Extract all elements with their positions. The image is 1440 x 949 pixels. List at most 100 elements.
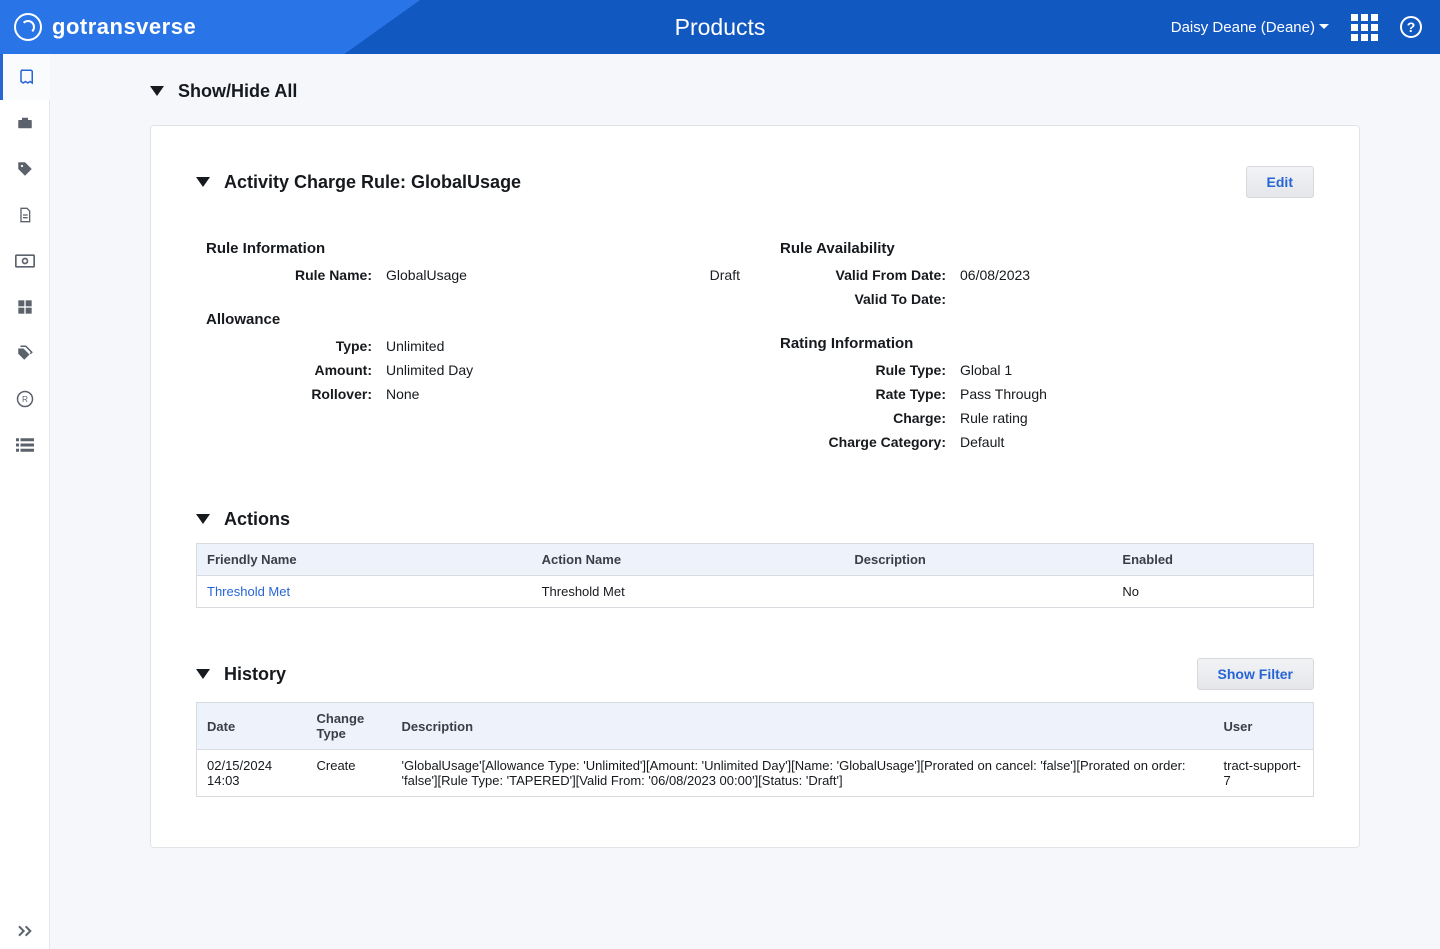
history-table: Date Change Type Description User 02/15/… (196, 702, 1314, 797)
history-col-user[interactable]: User (1214, 703, 1314, 750)
actions-header: Actions (196, 508, 1314, 531)
sidebar-item-money[interactable] (0, 238, 50, 284)
sidebar-expand[interactable] (0, 925, 49, 937)
rate-type-label: Rate Type: (770, 386, 960, 402)
actions-title: Actions (224, 509, 290, 530)
history-toggle[interactable]: History (196, 663, 286, 686)
sidebar-item-briefcase[interactable] (0, 100, 50, 146)
app-header: gotransverse Products Daisy Deane (Deane… (0, 0, 1440, 54)
actions-col-desc[interactable]: Description (844, 544, 1112, 576)
rollover-value: None (386, 386, 740, 402)
charge-value: Rule rating (960, 410, 1314, 426)
action-name-cell: Threshold Met (532, 576, 845, 608)
type-label: Type: (196, 338, 386, 354)
logo-text: gotransverse (52, 14, 196, 40)
actions-table: Friendly Name Action Name Description En… (196, 543, 1314, 608)
chevron-down-icon (196, 514, 210, 531)
valid-from-label: Valid From Date: (770, 267, 960, 283)
rule-col-right: Rule Availability Valid From Date: 06/08… (770, 226, 1314, 458)
tag-icon (16, 160, 34, 178)
history-col-desc[interactable]: Description (392, 703, 1214, 750)
history-col-date[interactable]: Date (197, 703, 307, 750)
valid-from-row: Valid From Date: 06/08/2023 (770, 267, 1314, 283)
charge-cat-value: Default (960, 434, 1314, 450)
valid-to-label: Valid To Date: (770, 291, 960, 307)
history-ctype-cell: Create (307, 750, 392, 797)
logo[interactable]: gotransverse (14, 13, 196, 41)
list-icon (16, 438, 34, 452)
rollover-label: Rollover: (196, 386, 386, 402)
rule-columns: Rule Information Rule Name: GlobalUsage … (196, 226, 1314, 458)
actions-col-friendly[interactable]: Friendly Name (197, 544, 532, 576)
rule-card: Activity Charge Rule: GlobalUsage Edit R… (150, 125, 1360, 848)
rule-type-label: Rule Type: (770, 362, 960, 378)
show-hide-all-toggle[interactable]: Show/Hide All (150, 80, 1360, 103)
logo-icon (14, 13, 42, 41)
book-icon (18, 68, 36, 86)
dashboard-icon (17, 299, 33, 315)
history-header: History Show Filter (196, 658, 1314, 690)
availability-heading: Rule Availability (780, 240, 1314, 257)
allowance-heading: Allowance (206, 311, 740, 328)
rule-type-row: Rule Type: Global 1 (770, 362, 1314, 378)
money-icon (15, 254, 35, 268)
tags-icon (16, 344, 34, 362)
registered-icon: R (16, 390, 34, 408)
rule-card-title-toggle[interactable]: Activity Charge Rule: GlobalUsage (196, 171, 521, 194)
actions-col-enabled[interactable]: Enabled (1112, 544, 1313, 576)
chevron-down-icon (196, 669, 210, 686)
table-row[interactable]: Threshold Met Threshold Met No (197, 576, 1314, 608)
actions-col-action[interactable]: Action Name (532, 544, 845, 576)
user-menu-label: Daisy Deane (Deane) (1171, 19, 1315, 36)
user-menu[interactable]: Daisy Deane (Deane) (1171, 19, 1329, 36)
rate-type-value: Pass Through (960, 386, 1314, 402)
show-filter-button[interactable]: Show Filter (1197, 658, 1314, 690)
table-row[interactable]: 02/15/2024 14:03 Create 'GlobalUsage'[Al… (197, 750, 1314, 797)
rating-info-heading: Rating Information (780, 335, 1314, 352)
svg-text:R: R (22, 395, 28, 404)
rule-status-value: Draft (710, 267, 740, 283)
rule-info-heading: Rule Information (206, 240, 740, 257)
sidebar-item-products[interactable] (0, 54, 50, 100)
type-value: Unlimited (386, 338, 740, 354)
actions-table-head: Friendly Name Action Name Description En… (197, 544, 1314, 576)
history-date-cell: 02/15/2024 14:03 (197, 750, 307, 797)
rule-type-value: Global 1 (960, 362, 1314, 378)
actions-toggle[interactable]: Actions (196, 508, 290, 531)
rate-type-row: Rate Type: Pass Through (770, 386, 1314, 402)
sidebar-item-document[interactable] (0, 192, 50, 238)
sidebar-item-dashboard[interactable] (0, 284, 50, 330)
valid-to-value (960, 291, 1314, 307)
amount-label: Amount: (196, 362, 386, 378)
history-title: History (224, 664, 286, 685)
history-table-head: Date Change Type Description User (197, 703, 1314, 750)
rule-card-header: Activity Charge Rule: GlobalUsage Edit (196, 166, 1314, 198)
history-desc-cell: 'GlobalUsage'[Allowance Type: 'Unlimited… (392, 750, 1214, 797)
sidebar-item-registered[interactable]: R (0, 376, 50, 422)
page-title: Products (675, 14, 766, 41)
charge-label: Charge: (770, 410, 960, 426)
document-icon (17, 206, 33, 224)
valid-from-value: 06/08/2023 (960, 267, 1314, 283)
header-right: Daisy Deane (Deane) ? (1171, 14, 1422, 41)
amount-row: Amount: Unlimited Day (196, 362, 740, 378)
sidebar-item-tags[interactable] (0, 330, 50, 376)
history-user-cell: tract-support-7 (1214, 750, 1314, 797)
chevrons-right-icon (17, 925, 33, 937)
action-enabled-cell: No (1112, 576, 1313, 608)
help-icon[interactable]: ? (1400, 16, 1422, 38)
edit-button[interactable]: Edit (1246, 166, 1314, 198)
action-friendly-link[interactable]: Threshold Met (207, 584, 290, 599)
amount-value: Unlimited Day (386, 362, 740, 378)
chevron-down-icon (150, 86, 164, 103)
sidebar-item-list[interactable] (0, 422, 50, 468)
action-desc-cell (844, 576, 1112, 608)
sidebar-item-tag[interactable] (0, 146, 50, 192)
chevron-down-icon (196, 177, 210, 194)
show-hide-label: Show/Hide All (178, 81, 297, 102)
apps-icon[interactable] (1351, 14, 1378, 41)
history-col-ctype[interactable]: Change Type (307, 703, 392, 750)
caret-down-icon (1319, 24, 1329, 34)
charge-cat-label: Charge Category: (770, 434, 960, 450)
valid-to-row: Valid To Date: (770, 291, 1314, 307)
